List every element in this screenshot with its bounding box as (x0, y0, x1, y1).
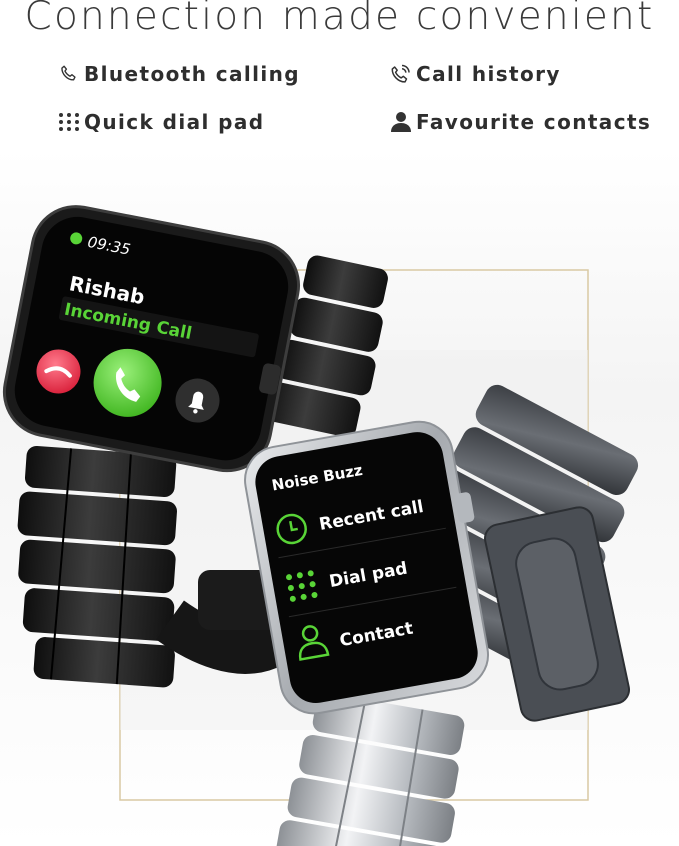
feature-bluetooth-calling: Bluetooth calling (56, 62, 300, 86)
feature-label: Call history (416, 62, 561, 86)
feature-favourite-contacts: Favourite contacts (388, 110, 651, 134)
feature-label: Favourite contacts (416, 110, 652, 134)
feature-quick-dial-pad: Quick dial pad (56, 110, 264, 134)
call-history-icon (388, 62, 414, 86)
phone-icon (56, 62, 82, 86)
product-photo: 09:35 Rishab Incoming Call Noise Buzz Re… (0, 150, 679, 846)
dial-pad-icon (286, 570, 318, 602)
feature-label: Bluetooth calling (84, 62, 300, 86)
dial-pad-icon (56, 110, 82, 134)
feature-label: Quick dial pad (84, 110, 265, 134)
feature-call-history: Call history (388, 62, 561, 86)
black-watch: 09:35 Rishab Incoming Call (2, 205, 301, 473)
headline: Connection made convenient (24, 0, 655, 39)
person-icon (388, 110, 414, 134)
